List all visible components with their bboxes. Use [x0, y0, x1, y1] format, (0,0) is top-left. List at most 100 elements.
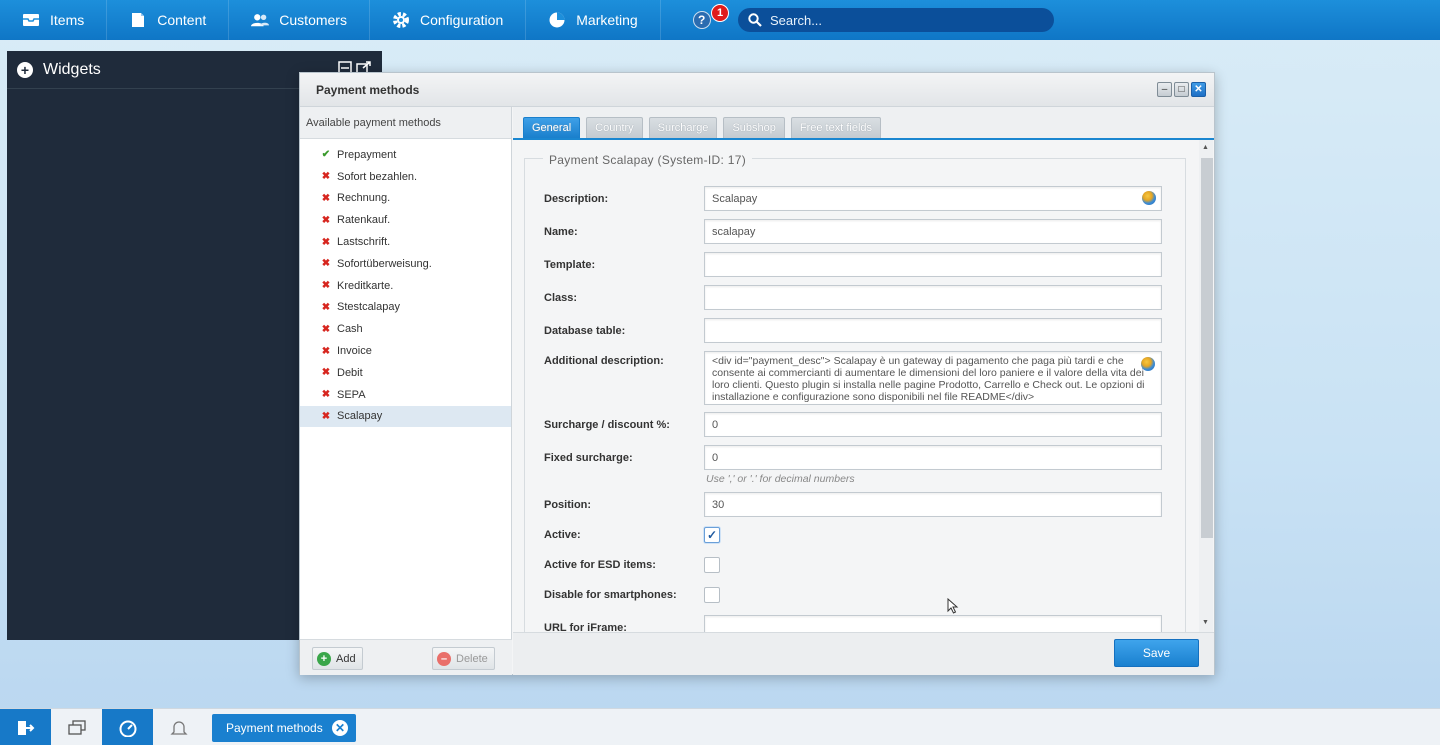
additional-description-text: <div id="payment_desc"> Scalapay è un ga…: [712, 355, 1145, 403]
list-item[interactable]: ✖ Invoice: [300, 340, 511, 362]
payment-methods-window: Payment methods – □ ✕ Available payment …: [299, 72, 1215, 675]
logout-icon: [17, 720, 34, 735]
document-icon: [129, 11, 147, 29]
scroll-down-icon[interactable]: ▼: [1202, 619, 1209, 626]
add-widget-icon[interactable]: +: [17, 61, 33, 78]
notifications-button[interactable]: [153, 709, 204, 745]
additional-description-textarea[interactable]: <div id="payment_desc"> Scalapay è un ga…: [704, 351, 1162, 405]
description-label: Description:: [544, 192, 609, 205]
list-item[interactable]: ✖ Sofort bezahlen.: [300, 166, 511, 188]
fixed-surcharge-label: Fixed surcharge:: [544, 451, 633, 464]
class-row: Class:: [544, 285, 1162, 310]
name-input[interactable]: [704, 219, 1162, 244]
list-item[interactable]: ✔ Prepayment: [300, 144, 511, 166]
list-item[interactable]: ✖ Sofortüberweisung.: [300, 253, 511, 275]
notification-badge[interactable]: 1: [711, 4, 729, 22]
tab-bar: General Country Surcharge Subshop Free t…: [513, 107, 1214, 140]
list-item[interactable]: ✖ Cash: [300, 318, 511, 340]
database-table-input[interactable]: [704, 318, 1162, 343]
esd-checkbox[interactable]: [704, 557, 720, 573]
delete-button[interactable]: – Delete: [432, 647, 495, 670]
nav-content[interactable]: Content: [107, 0, 230, 40]
save-button[interactable]: Save: [1114, 639, 1199, 667]
translation-globe-icon[interactable]: [1142, 191, 1156, 205]
nav-customers[interactable]: Customers: [229, 0, 370, 40]
inactive-cross-icon: ✖: [321, 192, 331, 204]
list-header: Available payment methods: [300, 107, 511, 139]
list-item-label: Scalapay: [337, 410, 383, 423]
form-scrollbar[interactable]: ▲ ▼: [1199, 140, 1213, 632]
list-item-label: Debit: [337, 366, 363, 379]
windows-button[interactable]: [51, 709, 102, 745]
class-input[interactable]: [704, 285, 1162, 310]
decimal-hint: Use ',' or '.' for decimal numbers: [706, 473, 855, 485]
additional-description-row: Additional description: <div id="payment…: [544, 351, 1162, 405]
inactive-cross-icon: ✖: [321, 323, 331, 335]
search-box[interactable]: [738, 8, 1054, 32]
nav-items[interactable]: Items: [0, 0, 108, 40]
window-controls: – □ ✕: [1157, 82, 1206, 97]
list-item[interactable]: ✖ Lastschrift.: [300, 231, 511, 253]
users-icon: [251, 11, 270, 29]
inactive-cross-icon: ✖: [321, 410, 331, 422]
minimize-window-icon[interactable]: –: [1157, 82, 1172, 97]
tab-surcharge[interactable]: Surcharge: [648, 117, 718, 138]
bell-icon: [169, 720, 188, 735]
close-task-icon[interactable]: ✕: [332, 720, 348, 736]
list-item-label: Sofortüberweisung.: [337, 257, 432, 270]
minus-icon: –: [437, 651, 451, 666]
gear-icon: [392, 11, 410, 29]
list-item[interactable]: ✖ SEPA: [300, 384, 511, 406]
form-scroll-area: Payment Scalapay (System-ID: 17) Descrip…: [513, 140, 1213, 632]
tab-country[interactable]: Country: [586, 117, 643, 138]
tab-free-text-fields[interactable]: Free text fields: [790, 117, 882, 138]
task-label: Payment methods: [226, 721, 323, 735]
iframe-row: URL for iFrame:: [544, 615, 1162, 632]
description-row: Description:: [544, 186, 1162, 211]
list-item[interactable]: ✖ Debit: [300, 362, 511, 384]
logout-button[interactable]: [0, 709, 51, 745]
list-item-label: Stestcalapay: [337, 301, 400, 314]
list-item-selected[interactable]: ✖ Scalapay: [300, 405, 511, 428]
add-button-label: Add: [336, 652, 356, 665]
surcharge-input[interactable]: [704, 412, 1162, 437]
pie-chart-icon: [548, 11, 566, 29]
description-input[interactable]: [704, 186, 1162, 211]
position-input[interactable]: [704, 492, 1162, 517]
search-icon: [748, 13, 762, 27]
list-item[interactable]: ✖ Ratenkauf.: [300, 209, 511, 231]
inactive-cross-icon: ✖: [321, 301, 331, 313]
scroll-up-icon[interactable]: ▲: [1202, 144, 1209, 151]
list-item-label: Cash: [337, 323, 363, 336]
help-icon[interactable]: ?: [692, 11, 711, 29]
template-row: Template:: [544, 252, 1162, 277]
maximize-window-icon[interactable]: □: [1174, 82, 1189, 97]
iframe-input[interactable]: [704, 615, 1162, 632]
plus-icon: +: [317, 651, 331, 666]
active-checkbox[interactable]: ✓: [704, 527, 720, 543]
translation-globe-icon[interactable]: [1141, 357, 1155, 371]
payment-detail-panel: General Country Surcharge Subshop Free t…: [513, 107, 1214, 675]
tab-subshop[interactable]: Subshop: [723, 117, 785, 138]
nav-marketing[interactable]: Marketing: [526, 0, 661, 40]
list-item[interactable]: ✖ Rechnung.: [300, 188, 511, 210]
position-row: Position:: [544, 492, 1162, 517]
window-title[interactable]: Payment methods: [300, 73, 1214, 107]
smartphones-checkbox[interactable]: [704, 587, 720, 603]
bottom-taskbar: Payment methods ✕: [0, 708, 1440, 745]
tab-general[interactable]: General: [523, 117, 581, 138]
payment-methods-list-panel: Available payment methods ✔ Prepayment ✖ S…: [300, 107, 512, 675]
close-window-icon[interactable]: ✕: [1191, 82, 1206, 97]
add-button[interactable]: + Add: [312, 647, 363, 670]
list-item[interactable]: ✖ Stestcalapay: [300, 297, 511, 319]
surcharge-row: Surcharge / discount %:: [544, 412, 1162, 437]
template-input[interactable]: [704, 252, 1162, 277]
list-item[interactable]: ✖ Kreditkarte.: [300, 275, 511, 297]
taskbar-task-payment-methods[interactable]: Payment methods ✕: [212, 714, 356, 742]
fixed-surcharge-input[interactable]: [704, 445, 1162, 470]
scrollbar-thumb[interactable]: [1201, 158, 1213, 538]
nav-configuration[interactable]: Configuration: [370, 0, 527, 40]
list-item-label: Sofort bezahlen.: [337, 170, 418, 183]
search-input[interactable]: [770, 12, 1030, 28]
dashboard-button[interactable]: [102, 709, 153, 745]
